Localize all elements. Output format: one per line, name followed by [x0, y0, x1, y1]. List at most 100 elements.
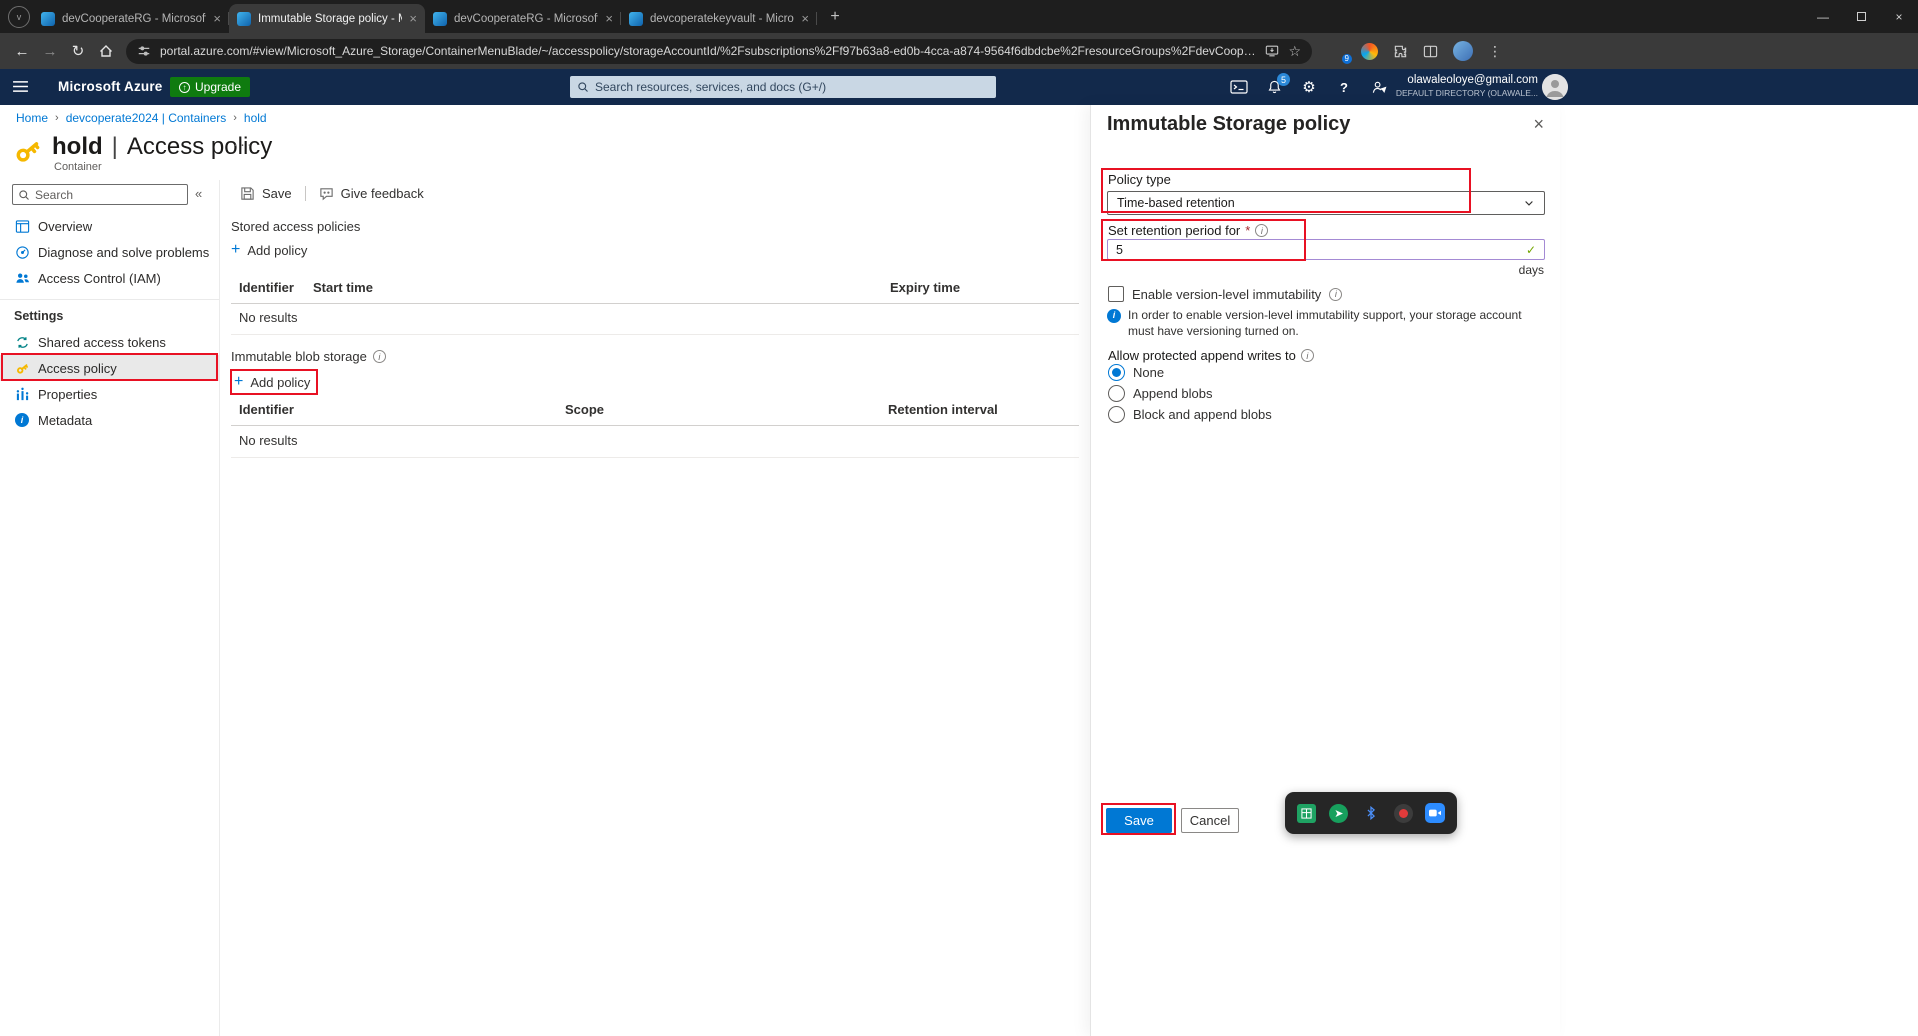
radio-none[interactable]: None [1108, 364, 1164, 381]
column-expiry-time: Expiry time [890, 280, 961, 295]
extension-icon-1[interactable]: 9 [1328, 42, 1352, 64]
tab-search-button[interactable]: v [8, 6, 30, 28]
immutable-storage-title-label: Immutable blob storage [231, 349, 367, 364]
notification-badge: 5 [1277, 73, 1290, 86]
account-email: olawaleoloye@gmail.com [1407, 74, 1538, 86]
sidebar-item-properties[interactable]: Properties [0, 381, 219, 407]
panel-cancel-button[interactable]: Cancel [1181, 808, 1239, 833]
people-icon [14, 270, 30, 286]
panel-save-button[interactable]: Save [1106, 808, 1172, 833]
info-icon[interactable]: i [1329, 287, 1343, 301]
info-icon[interactable]: i [372, 350, 386, 363]
sidebar-search[interactable] [12, 184, 188, 205]
radio-button-selected[interactable] [1108, 364, 1125, 381]
sidebar-item-diagnose[interactable]: Diagnose and solve problems [0, 239, 219, 265]
account-avatar[interactable] [1542, 74, 1568, 100]
sidebar-item-access-control-iam[interactable]: Access Control (IAM) [0, 265, 219, 291]
add-policy-label: Add policy [247, 242, 308, 258]
home-button[interactable] [92, 37, 120, 65]
screenshare-icon[interactable]: ➤ [1328, 803, 1349, 824]
hamburger-menu-icon[interactable] [12, 80, 29, 93]
browser-tab-4[interactable]: devcoperatekeyvault - Microso... × [621, 4, 817, 33]
person-icon [1542, 74, 1568, 100]
command-divider [304, 186, 306, 201]
azure-brand[interactable]: Microsoft Azure [58, 79, 163, 94]
give-feedback-command[interactable]: Give feedback [319, 186, 424, 201]
plus-icon: + [231, 241, 241, 258]
sidebar-item-metadata[interactable]: i Metadata [0, 407, 219, 433]
info-icon[interactable]: i [1300, 349, 1314, 362]
upgrade-label: Upgrade [195, 80, 242, 94]
browser-menu-icon[interactable]: ⋮ [1488, 43, 1502, 60]
minimize-button[interactable]: — [1804, 0, 1842, 33]
zoom-icon[interactable] [1425, 803, 1446, 824]
favorite-star-icon[interactable]: ☆ [1288, 44, 1301, 58]
install-app-icon[interactable] [1265, 44, 1279, 58]
info-icon[interactable]: i [1255, 224, 1269, 237]
radio-button[interactable] [1108, 385, 1125, 402]
panel-close-icon[interactable]: × [1533, 114, 1544, 135]
tab-close-icon[interactable]: × [605, 11, 613, 26]
feedback-command-label: Give feedback [340, 186, 424, 201]
breadcrumb-home[interactable]: Home [16, 111, 48, 125]
radio-button[interactable] [1108, 406, 1125, 423]
forward-button[interactable]: → [36, 37, 64, 65]
home-icon [100, 45, 112, 57]
add-immutable-policy-button[interactable]: + Add policy [234, 374, 310, 390]
immutable-storage-empty-row: No results [231, 425, 1079, 458]
address-bar[interactable]: portal.azure.com/#view/Microsoft_Azure_S… [126, 38, 1312, 64]
radio-block-and-append-blobs[interactable]: Block and append blobs [1108, 406, 1272, 423]
extension-icon-2[interactable] [1361, 42, 1378, 60]
portal-search-input[interactable] [570, 76, 996, 98]
blade-sidebar: « Overview Diagnose and solve problems A… [0, 180, 220, 1036]
record-icon[interactable] [1393, 803, 1414, 824]
sidebar-item-shared-access-tokens[interactable]: Shared access tokens [0, 329, 219, 355]
tab-close-icon[interactable]: × [409, 11, 417, 26]
sidebar-search-input[interactable] [13, 185, 187, 204]
browser-tab-1[interactable]: devCooperateRG - Microsoft A... × [33, 4, 229, 33]
maximize-button[interactable] [1842, 0, 1880, 33]
notifications-bell-icon[interactable]: 5 [1265, 73, 1290, 96]
radio-append-blobs[interactable]: Append blobs [1108, 385, 1213, 402]
more-options-icon[interactable]: ··· [233, 136, 254, 153]
sidebar-item-overview[interactable]: Overview [0, 213, 219, 239]
version-immutability-checkbox[interactable] [1108, 286, 1124, 302]
close-window-button[interactable]: × [1880, 0, 1918, 33]
browser-profile-avatar[interactable] [1453, 41, 1473, 61]
overview-icon [14, 218, 30, 234]
add-stored-policy-button[interactable]: + Add policy [231, 242, 307, 258]
back-button[interactable]: ← [8, 37, 36, 65]
policy-type-dropdown[interactable]: Time-based retention [1107, 191, 1545, 215]
refresh-button[interactable]: ↻ [64, 37, 92, 65]
required-marker: * [1245, 223, 1251, 238]
retention-period-input[interactable]: 5 ✓ [1107, 239, 1545, 260]
account-menu[interactable]: olawaleoloye@gmail.com DEFAULT DIRECTORY… [1390, 73, 1538, 99]
sheets-icon[interactable] [1296, 803, 1317, 824]
browser-tab-2-active[interactable]: Immutable Storage policy - Mic... × [229, 4, 425, 33]
portal-search[interactable] [570, 76, 996, 98]
radio-label: Append blobs [1133, 386, 1213, 401]
new-tab-button[interactable]: + [823, 5, 847, 29]
upgrade-button[interactable]: ↑ Upgrade [170, 77, 251, 97]
azure-favicon-icon [237, 11, 251, 26]
metadata-info-icon: i [14, 412, 30, 428]
split-screen-icon[interactable] [1423, 44, 1438, 59]
feedback-person-icon[interactable] [1370, 78, 1388, 96]
extensions-puzzle-icon[interactable] [1393, 44, 1408, 59]
immutable-storage-table-header: Identifier Scope Retention interval [231, 402, 1079, 426]
site-info-icon[interactable] [137, 44, 151, 58]
breadcrumb-containers[interactable]: devcoperate2024 | Containers [66, 111, 227, 125]
help-icon[interactable]: ? [1335, 78, 1353, 96]
cloud-shell-icon[interactable] [1230, 78, 1248, 96]
tab-close-icon[interactable]: × [801, 11, 809, 26]
settings-gear-icon[interactable]: ⚙ [1300, 78, 1318, 96]
browser-tab-3[interactable]: devCooperateRG - Microsoft A... × [425, 4, 621, 33]
sidebar-collapse-button[interactable]: « [195, 186, 202, 201]
save-command[interactable]: Save [240, 186, 292, 201]
tab-close-icon[interactable]: × [213, 11, 221, 26]
sidebar-item-access-policy[interactable]: Access policy [0, 355, 219, 381]
properties-icon [14, 386, 30, 402]
portal-header-icons: 5 ⚙ ? [1230, 69, 1388, 105]
address-url[interactable]: portal.azure.com/#view/Microsoft_Azure_S… [160, 44, 1256, 58]
bluetooth-icon[interactable] [1360, 803, 1381, 824]
